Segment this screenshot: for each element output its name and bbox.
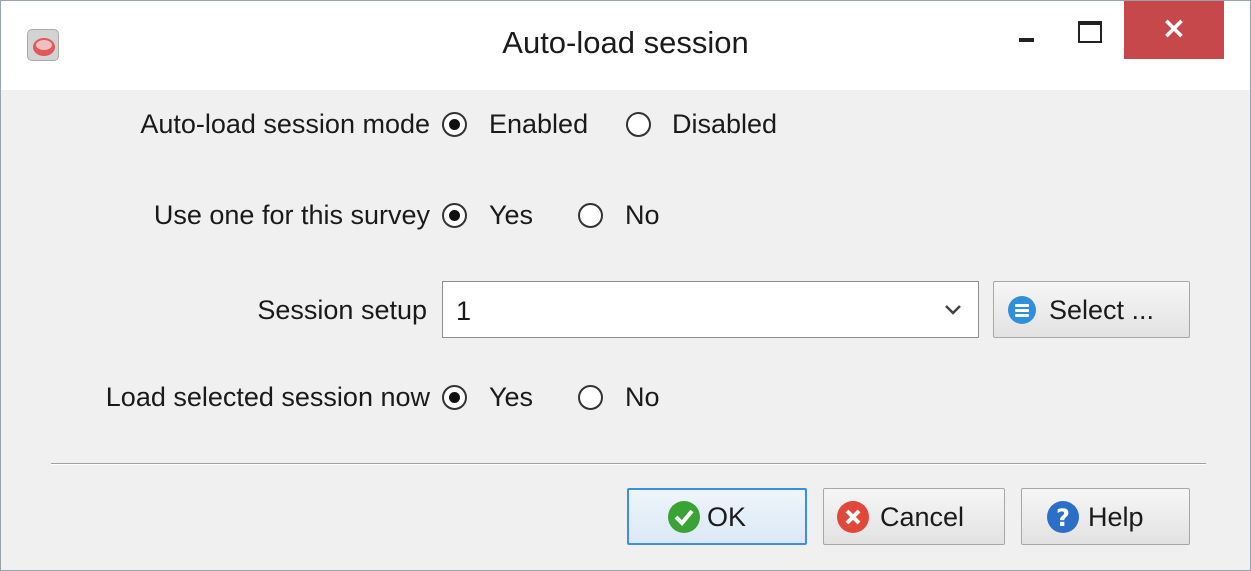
load-now-yes-radio[interactable] <box>442 385 467 410</box>
session-setup-combobox[interactable]: 1 <box>442 281 979 338</box>
close-icon: × <box>1161 11 1187 46</box>
ok-button[interactable]: OK <box>627 488 807 545</box>
title-bar[interactable]: Auto-load session × <box>1 1 1250 90</box>
maximize-icon[interactable] <box>1062 1 1116 59</box>
check-icon <box>668 501 700 533</box>
load-now-no-label[interactable]: No <box>625 382 660 413</box>
cancel-button[interactable]: Cancel <box>823 488 1005 545</box>
mode-disabled-radio[interactable] <box>626 112 651 137</box>
cancel-icon <box>837 501 869 533</box>
chevron-down-icon[interactable] <box>942 298 964 320</box>
separator <box>51 463 1206 465</box>
help-button-label: Help <box>1088 502 1144 532</box>
load-now-no-radio[interactable] <box>578 385 603 410</box>
session-setup-label: Session setup <box>257 295 427 325</box>
use-one-no-radio[interactable] <box>578 203 603 228</box>
dialog-window: Auto-load session × Auto-load session mo… <box>0 0 1251 571</box>
select-button-label: Select ... <box>1049 295 1155 325</box>
session-setup-value: 1 <box>456 296 472 326</box>
close-button[interactable]: × <box>1124 1 1224 59</box>
mode-enabled-radio[interactable] <box>442 112 467 137</box>
help-icon: ? <box>1047 501 1079 533</box>
use-one-yes-radio[interactable] <box>442 203 467 228</box>
cancel-button-label: Cancel <box>880 502 965 532</box>
load-now-yes-label[interactable]: Yes <box>489 382 533 413</box>
minimize-icon[interactable] <box>1003 1 1053 59</box>
ok-button-label: OK <box>707 502 747 532</box>
help-button[interactable]: ? Help <box>1021 488 1190 545</box>
use-one-label: Use one for this survey <box>153 200 430 230</box>
mode-enabled-label[interactable]: Enabled <box>489 109 588 140</box>
use-one-yes-label[interactable]: Yes <box>489 200 533 231</box>
list-icon <box>1008 296 1036 324</box>
load-now-label: Load selected session now <box>105 382 430 412</box>
svg-text:?: ? <box>1056 504 1070 532</box>
use-one-no-label[interactable]: No <box>625 200 660 231</box>
mode-disabled-label[interactable]: Disabled <box>672 109 777 140</box>
auto-load-mode-label: Auto-load session mode <box>140 109 430 139</box>
select-session-button[interactable]: Select ... <box>993 281 1190 338</box>
